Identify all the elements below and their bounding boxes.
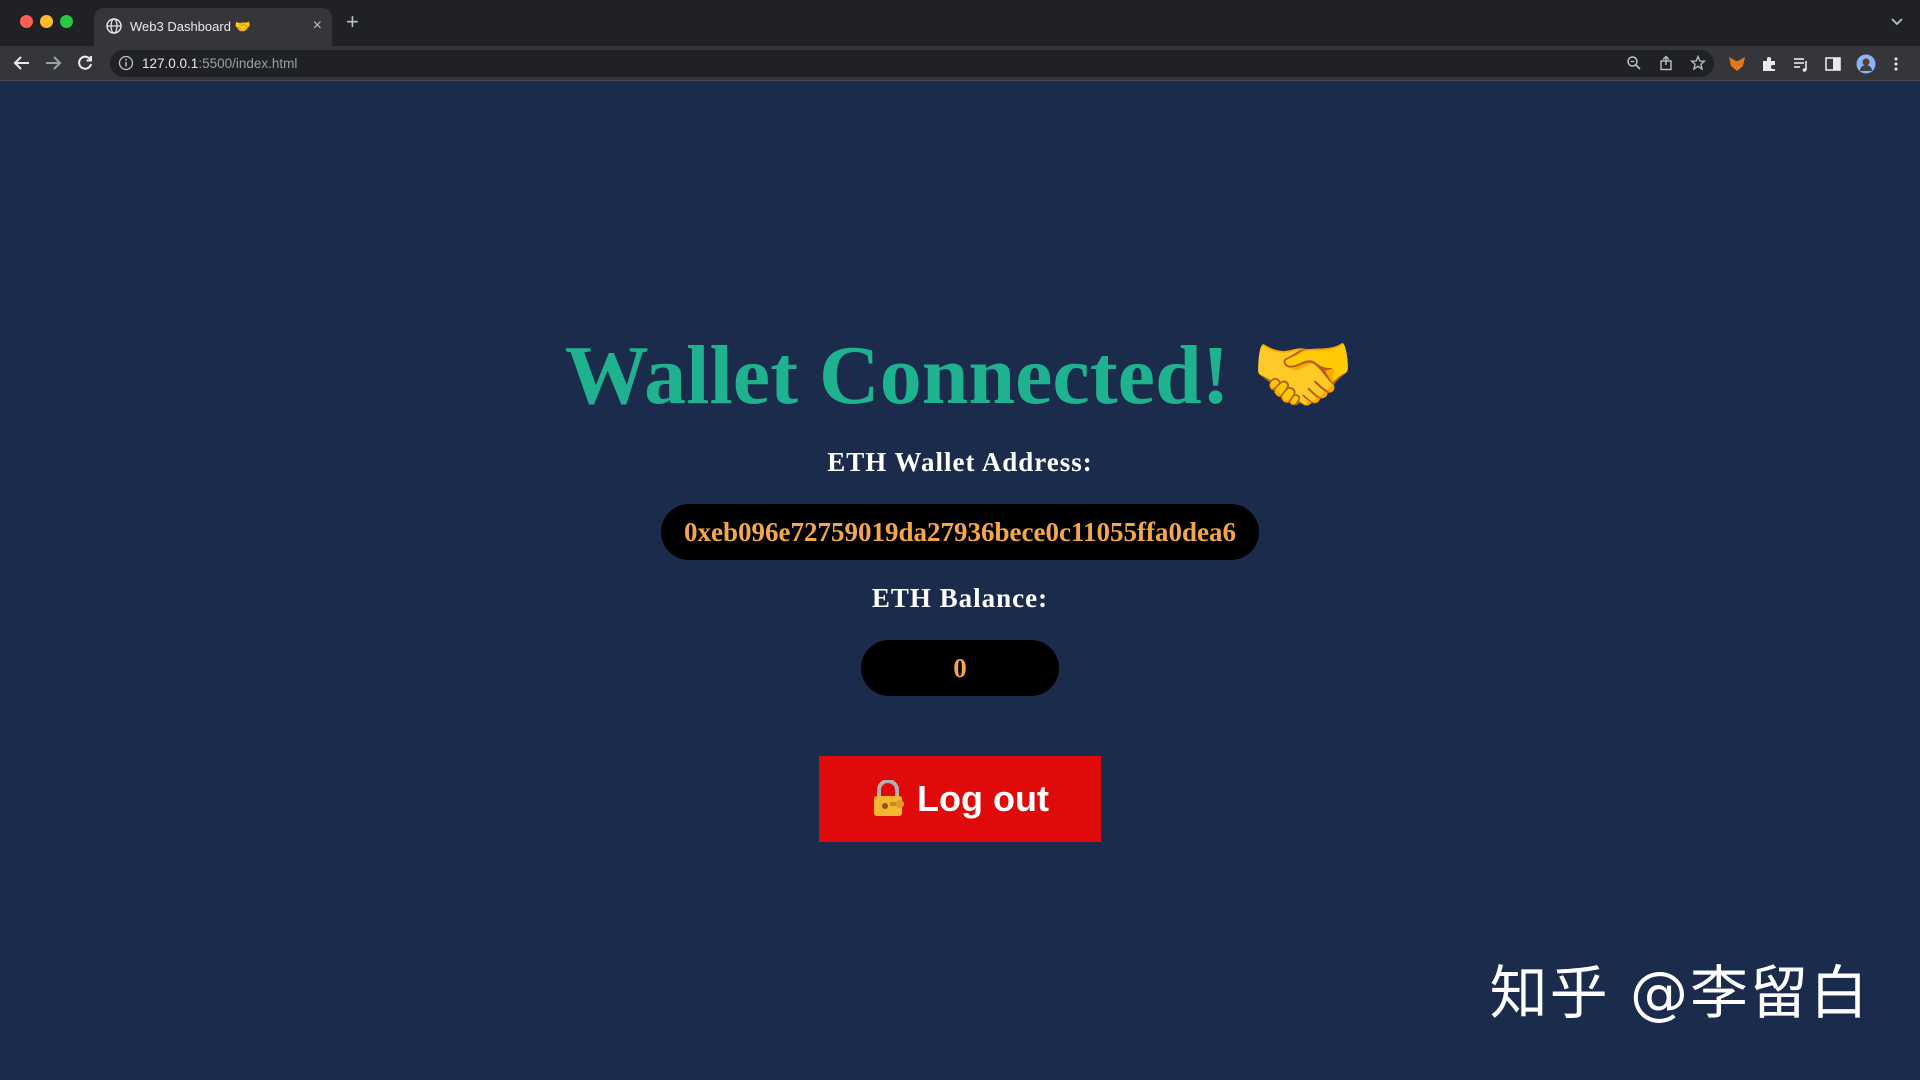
address-bar[interactable]: 127.0.0.1:5500/index.html — [110, 50, 1714, 77]
wallet-address-value: 0xeb096e72759019da27936bece0c11055ffa0de… — [661, 504, 1259, 560]
page-content: Wallet Connected! 🤝 ETH Wallet Address: … — [0, 81, 1920, 1080]
profile-avatar-icon[interactable] — [1856, 54, 1876, 74]
eth-balance-value: 0 — [861, 640, 1059, 696]
globe-icon — [106, 18, 122, 34]
reading-list-icon[interactable] — [1792, 55, 1810, 73]
url-path: :5500/index.html — [198, 56, 298, 71]
extensions-puzzle-icon[interactable] — [1760, 55, 1778, 73]
watermark: 知乎 @李留白 — [1489, 959, 1870, 1027]
tab-title: Web3 Dashboard 🤝 — [130, 19, 251, 34]
browser-menu-icon[interactable] — [1890, 55, 1902, 73]
tab-search-chevron-icon[interactable] — [1890, 14, 1904, 28]
logout-button-label: Log out — [917, 778, 1049, 819]
window-minimize-button[interactable] — [40, 15, 53, 28]
url-host: 127.0.0.1 — [142, 56, 199, 71]
site-info-icon[interactable] — [118, 55, 134, 71]
new-tab-button[interactable]: + — [346, 11, 359, 33]
window-close-button[interactable] — [20, 15, 33, 28]
bookmark-star-icon[interactable] — [1690, 55, 1706, 71]
lock-with-key-icon — [874, 780, 905, 816]
browser-title-bar: Web3 Dashboard 🤝 × + — [0, 0, 1920, 46]
metamask-fox-icon[interactable] — [1728, 55, 1746, 73]
wallet-address-label: ETH Wallet Address: — [827, 447, 1093, 477]
share-icon[interactable] — [1658, 55, 1674, 71]
zoom-icon[interactable] — [1626, 55, 1642, 71]
reload-icon[interactable] — [75, 53, 95, 73]
back-arrow-icon[interactable] — [12, 53, 32, 73]
eth-balance-label: ETH Balance: — [871, 583, 1049, 613]
window-maximize-button[interactable] — [60, 15, 73, 28]
browser-toolbar: 127.0.0.1:5500/index.html — [0, 46, 1920, 81]
browser-tab-active[interactable]: Web3 Dashboard 🤝 × — [94, 8, 332, 46]
page-title: Wallet Connected! 🤝 — [564, 329, 1356, 422]
tab-close-icon[interactable]: × — [313, 17, 322, 35]
forward-arrow-icon[interactable] — [43, 53, 63, 73]
url-text[interactable]: 127.0.0.1:5500/index.html — [142, 56, 297, 71]
logout-button[interactable]: Log out — [819, 756, 1101, 842]
side-panel-icon[interactable] — [1824, 55, 1842, 73]
